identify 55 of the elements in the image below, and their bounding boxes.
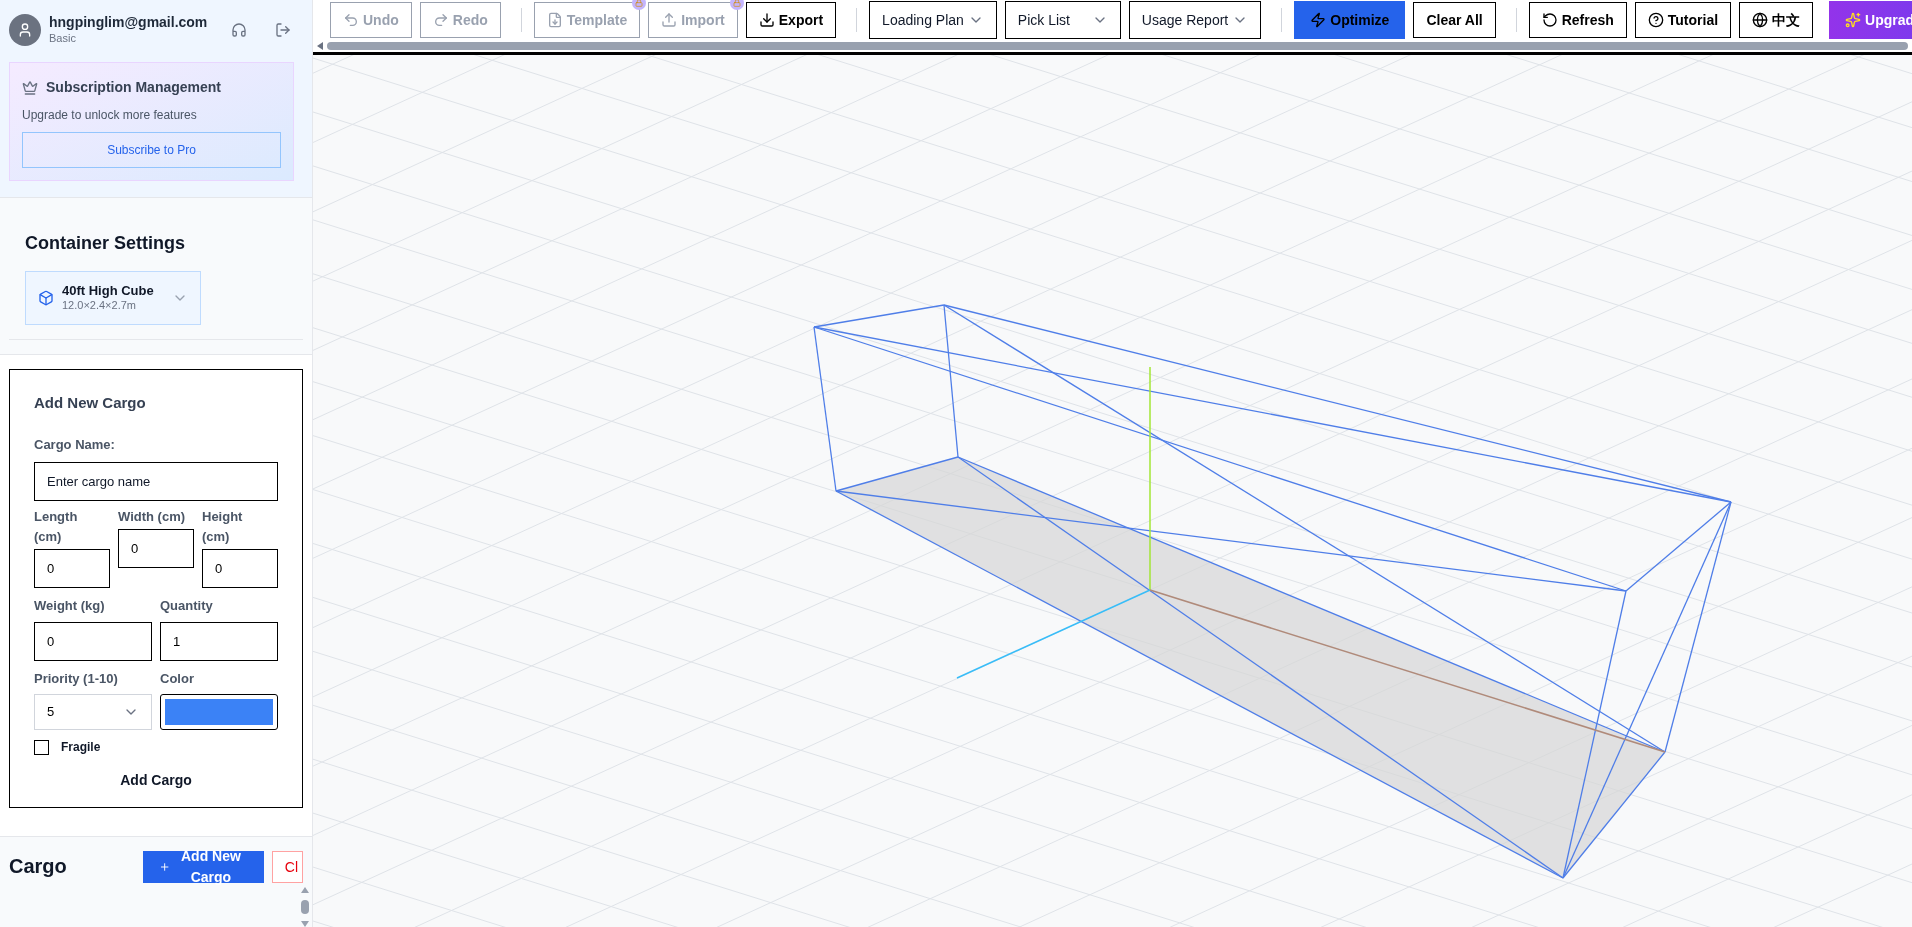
globe-icon	[1752, 12, 1769, 28]
subscription-subtitle: Upgrade to unlock more features	[22, 107, 198, 124]
subscription-title: Subscription Management	[46, 78, 222, 97]
user-email: hngpinglim@gmail.com	[49, 14, 209, 32]
logout-icon[interactable]	[275, 22, 291, 38]
field-label: Weight (kg)	[34, 597, 106, 615]
headphones-icon[interactable]	[231, 22, 247, 38]
add-new-cargo-button[interactable]: Add New Cargo	[142, 851, 264, 883]
quantity-field[interactable]: 1	[160, 621, 278, 661]
card-title: Add New Cargo	[34, 393, 147, 413]
report-dropdown[interactable]: Pick List	[1004, 1, 1121, 39]
sparkles-icon	[1845, 12, 1862, 28]
field-label: Length (cm)	[34, 508, 79, 546]
container-select[interactable]: 40ft High Cube 12.0×2.4×2.7m	[25, 271, 201, 325]
subscribe-button[interactable]: Subscribe to Pro	[22, 132, 281, 168]
field-label: Priority (1-10)	[34, 669, 119, 688]
help-icon	[1647, 12, 1664, 28]
container-dimensions: 12.0×2.4×2.7m	[62, 299, 137, 313]
clear-button[interactable]: Cl	[271, 851, 303, 883]
toolbar-button[interactable]: Refresh	[1528, 2, 1627, 38]
toolbar-button[interactable]: 中文	[1739, 2, 1814, 38]
upload-icon	[661, 12, 678, 28]
section-title: Container Settings	[25, 232, 186, 255]
file-download-icon	[546, 12, 563, 28]
container-name: 40ft High Cube	[62, 283, 155, 300]
add-cargo-button[interactable]: Add Cargo	[112, 770, 200, 791]
toolbar-button[interactable]: Clear All	[1413, 2, 1496, 38]
avatar	[9, 14, 41, 46]
dimension-field[interactable]: 0	[118, 529, 194, 568]
weight-field[interactable]: 0	[34, 621, 152, 661]
report-dropdown[interactable]: Usage Report	[1128, 1, 1262, 39]
field-label: Width (cm)	[118, 508, 187, 526]
user-plan: Basic	[49, 31, 77, 46]
field-label: Quantity	[160, 597, 214, 615]
field-label: Height (cm)	[202, 508, 244, 546]
dimension-field[interactable]: 0	[202, 549, 278, 588]
dimension-field[interactable]: 0	[34, 549, 110, 588]
refresh-icon	[1541, 12, 1558, 28]
undo-icon	[343, 12, 359, 28]
field-label: Cargo Name:	[34, 435, 116, 454]
toolbar-button[interactable]: Export	[745, 2, 837, 38]
optimize-button[interactable]: Optimize	[1294, 1, 1406, 39]
redo-icon	[432, 12, 449, 28]
lightning-icon	[1310, 12, 1327, 28]
toolbar-button[interactable]: Tutorial	[1634, 2, 1732, 38]
fragile-checkbox[interactable]	[34, 739, 49, 755]
field-label: Color	[160, 669, 195, 688]
download-icon	[758, 12, 775, 28]
section-title: Cargo	[9, 854, 67, 879]
priority-select[interactable]: 5	[34, 694, 152, 730]
report-dropdown[interactable]: Loading Plan	[869, 1, 997, 39]
checkbox-label: Fragile	[61, 739, 101, 756]
crown-icon	[22, 79, 38, 96]
cargo-name-field[interactable]: Enter cargo name	[34, 462, 278, 501]
cube-icon	[38, 290, 54, 306]
